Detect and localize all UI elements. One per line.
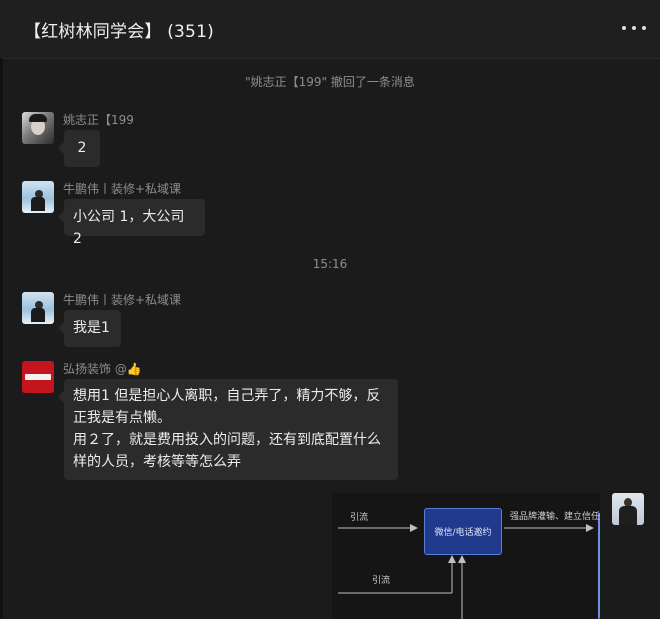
system-recall-notice: "姚志正【199" 撤回了一条消息: [245, 75, 415, 89]
avatar[interactable]: [22, 181, 54, 213]
more-horizontal-icon[interactable]: [622, 18, 646, 38]
sender-name[interactable]: 弘扬装饰 @👍: [63, 360, 142, 377]
thumbs-up-icon: 👍: [126, 362, 142, 376]
sender-name[interactable]: 姚志正【199: [63, 111, 134, 128]
avatar[interactable]: [22, 361, 54, 393]
sender-name[interactable]: 牛鹏伟丨装修+私域课: [63, 291, 181, 308]
sender-name[interactable]: 牛鹏伟丨装修+私域课: [63, 180, 181, 197]
message-text-line: 正我是有点懒。: [73, 410, 171, 426]
time-divider: 15:16: [312, 257, 348, 271]
diagram-label: 强品牌灌输、建立信任: [510, 512, 600, 522]
message-text-line: 样的人员，考核等等怎么弄: [73, 454, 241, 470]
chat-title: 【红树林同学会】 (351): [24, 22, 214, 42]
message-text: 小公司 1，大公司 2: [73, 209, 185, 247]
message-bubble[interactable]: 小公司 1，大公司 2: [58, 199, 205, 247]
message-bubble[interactable]: 2: [58, 130, 100, 167]
message-text-line: 用２了，就是费用投入的问题，还有到底配置什么: [73, 432, 381, 448]
diagram-box: 微信/电话邀约: [424, 508, 502, 555]
message-text: 2: [77, 140, 87, 156]
image-message[interactable]: 引流 微信/电话邀约 强品牌灌输、建立信任 引流: [332, 493, 600, 619]
self-avatar[interactable]: [612, 493, 644, 525]
message-bubble[interactable]: 想用1 但是担心人离职，自己弄了，精力不够，反 正我是有点懒。 用２了，就是费用…: [58, 379, 398, 480]
avatar[interactable]: [22, 292, 54, 324]
diagram-label: 引流: [350, 513, 369, 523]
diagram-label: 引流: [372, 576, 391, 586]
left-panel-edge: [0, 58, 3, 619]
message-text-line: 想用1 但是担心人离职，自己弄了，精力不够，反: [73, 388, 381, 404]
message-bubble[interactable]: 我是1: [58, 310, 121, 347]
chat-header: 【红树林同学会】 (351): [0, 0, 660, 59]
message-text: 我是1: [73, 320, 110, 336]
sender-name-text: 弘扬装饰 @: [63, 362, 127, 376]
avatar[interactable]: [22, 112, 54, 144]
